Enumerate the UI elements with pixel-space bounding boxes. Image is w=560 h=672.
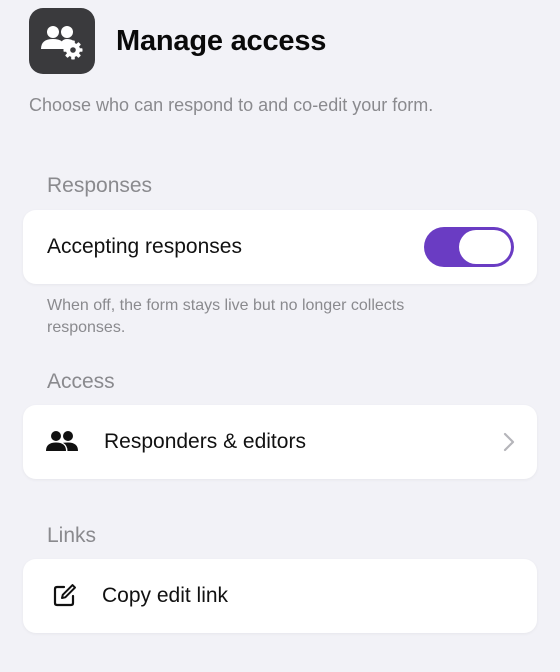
copy-edit-link-label: Copy edit link	[102, 584, 229, 607]
edit-icon	[47, 579, 81, 613]
accepting-responses-toggle[interactable]	[424, 227, 514, 267]
header: Manage access	[29, 8, 326, 74]
people-settings-icon	[29, 8, 95, 74]
section-label-responses: Responses	[47, 174, 153, 197]
chevron-right-icon	[503, 432, 515, 452]
accepting-responses-card: Accepting responses	[23, 210, 537, 284]
responders-editors-label: Responders & editors	[104, 430, 306, 453]
section-label-access: Access	[47, 370, 115, 393]
page-subtitle: Choose who can respond to and co-edit yo…	[29, 95, 434, 115]
copy-edit-link-row[interactable]: Copy edit link	[23, 559, 537, 633]
responders-editors-row[interactable]: Responders & editors	[23, 405, 537, 479]
accepting-responses-label: Accepting responses	[47, 235, 242, 258]
accepting-responses-helper: When off, the form stays live but no lon…	[47, 297, 405, 336]
page-title: Manage access	[116, 24, 327, 57]
people-icon	[45, 425, 79, 459]
toggle-knob	[459, 230, 511, 264]
section-label-links: Links	[47, 524, 97, 547]
